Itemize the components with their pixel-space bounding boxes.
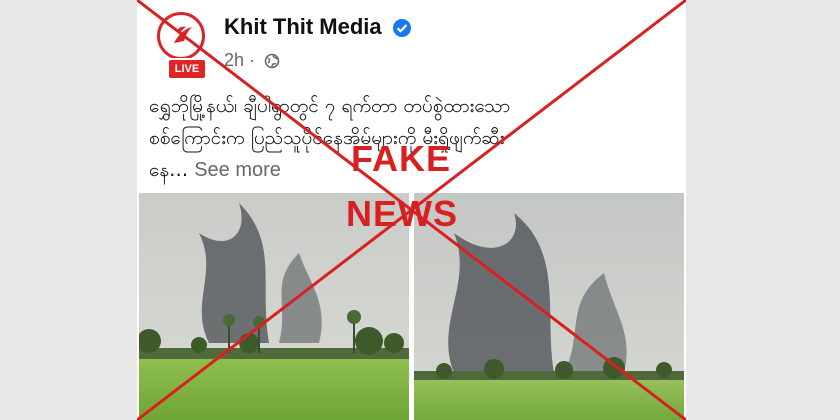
post-meta: 2h · [224,50,280,71]
news-label: NEWS [346,193,458,234]
verified-badge-icon [393,19,411,37]
khit-thit-logo-icon [174,26,192,43]
meta-separator: · [249,50,256,70]
post-text-line: နေ… [149,159,189,181]
fake-label: FAKE [351,138,452,179]
live-badge: LIVE [167,58,207,80]
post-time[interactable]: 2h [224,50,244,70]
page-name[interactable]: Khit Thit Media [224,14,382,40]
page-avatar[interactable] [157,12,205,60]
post-text-line: ရွှေဘိုမြို့နယ်၊ ချီပါရွာတွင် ၇ ရက်တာ တပ… [149,95,511,117]
globe-icon [264,53,280,69]
see-more-link[interactable]: See more [194,159,281,181]
